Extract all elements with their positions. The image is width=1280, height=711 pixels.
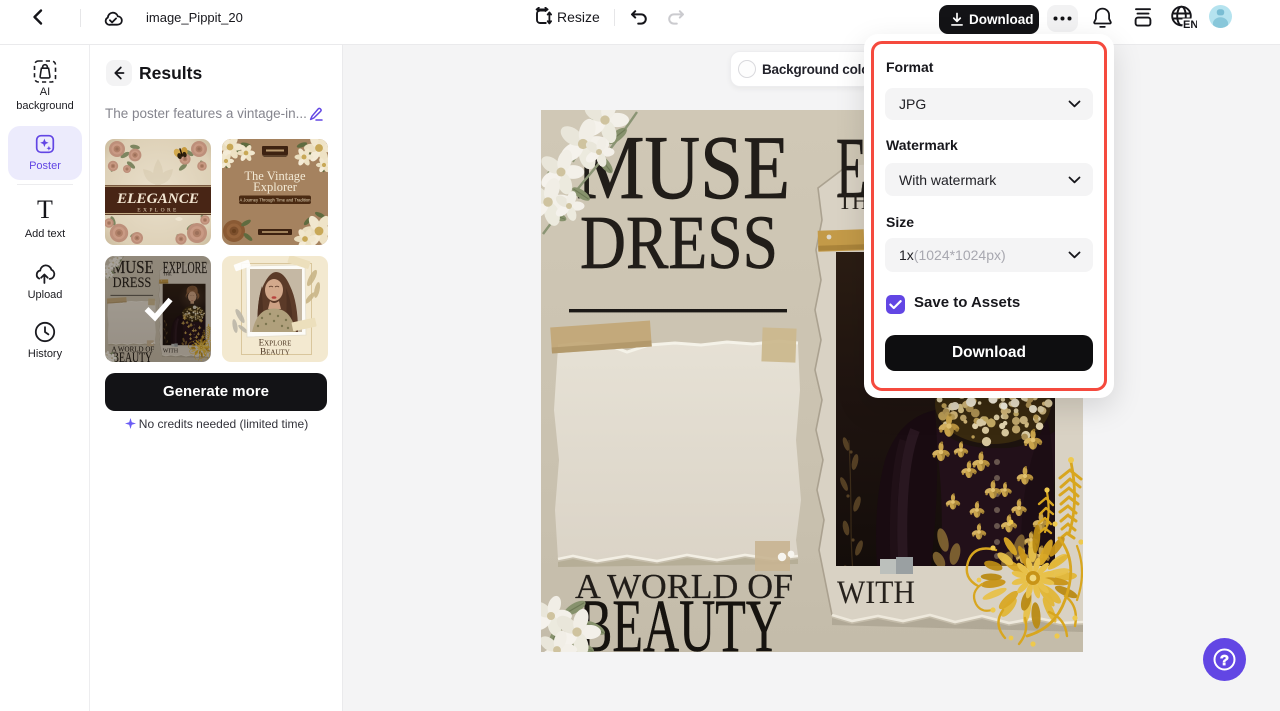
svg-text:Explorer: Explorer — [253, 180, 298, 194]
svg-text:ELEGANCE: ELEGANCE — [116, 191, 199, 207]
svg-text:?: ? — [1220, 652, 1229, 669]
svg-text:A Journey Through Time and Tra: A Journey Through Time and Tradition — [240, 198, 312, 203]
svg-text:EXPLORE: EXPLORE — [137, 208, 179, 214]
svg-text:EN: EN — [1183, 19, 1197, 30]
svg-text:BEAUTY: BEAUTY — [260, 347, 290, 357]
